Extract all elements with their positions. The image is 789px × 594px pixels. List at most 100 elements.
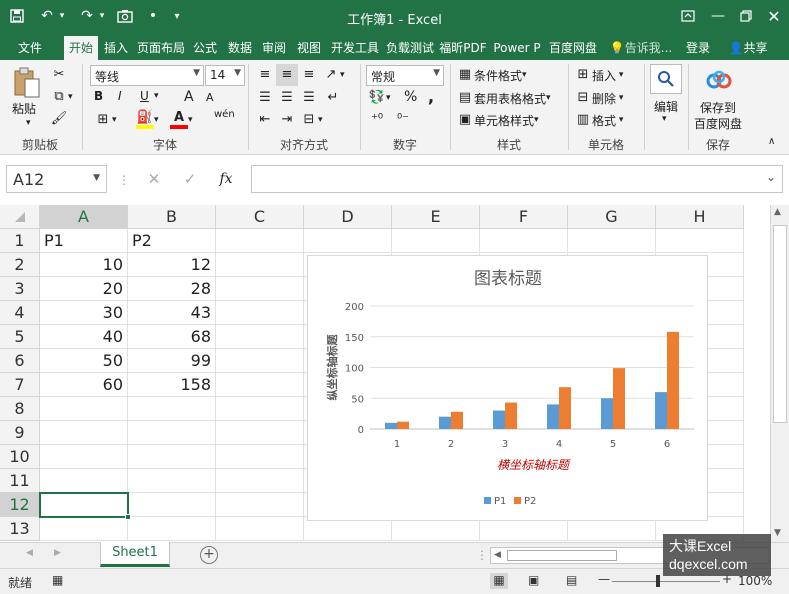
- insert-function-icon[interactable]: fx: [208, 171, 244, 187]
- cell-B4[interactable]: 43: [128, 301, 216, 325]
- chart-x-axis-title[interactable]: 横坐标轴标题: [497, 458, 571, 472]
- cell-F1[interactable]: [480, 229, 568, 253]
- vertical-scrollbar[interactable]: ▲ ▼: [770, 205, 789, 542]
- cell-B9[interactable]: [128, 421, 216, 445]
- cut-icon[interactable]: ✂: [50, 66, 68, 84]
- select-all-corner[interactable]: [0, 205, 40, 229]
- cell-C7[interactable]: [216, 373, 304, 397]
- row-header[interactable]: 11: [0, 469, 40, 493]
- tell-me-box[interactable]: 💡告诉我...: [606, 36, 676, 60]
- row-header[interactable]: 1: [0, 229, 40, 253]
- cell-B7[interactable]: 158: [128, 373, 216, 397]
- page-break-view-icon[interactable]: ▤: [566, 573, 577, 587]
- fill-handle[interactable]: [125, 514, 131, 520]
- shrink-font-button[interactable]: A: [206, 91, 214, 104]
- tab-power-pivot[interactable]: Power P: [490, 36, 544, 60]
- bold-button[interactable]: B: [94, 89, 103, 103]
- zoom-out-icon[interactable]: —: [598, 572, 610, 586]
- column-header[interactable]: D: [304, 205, 392, 229]
- row-header[interactable]: 4: [0, 301, 40, 325]
- chart-legend[interactable]: P1 P2: [484, 496, 536, 507]
- tab-review[interactable]: 审阅: [258, 36, 290, 60]
- format-painter-icon[interactable]: 🖌: [50, 110, 68, 128]
- cell-B3[interactable]: 28: [128, 277, 216, 301]
- paste-icon[interactable]: [10, 66, 44, 100]
- normal-view-icon[interactable]: ▦: [490, 573, 508, 589]
- bar-p1-4[interactable]: [547, 404, 559, 429]
- column-header[interactable]: E: [392, 205, 480, 229]
- cell-C4[interactable]: [216, 301, 304, 325]
- formula-input[interactable]: ⌄: [251, 165, 783, 193]
- increase-decimal-icon[interactable]: ⁺⁰: [368, 111, 386, 129]
- cell-A4[interactable]: 30: [40, 301, 128, 325]
- save-to-baidu-line1[interactable]: 保存到: [700, 99, 736, 116]
- minimize-icon[interactable]: —: [706, 5, 730, 27]
- row-header[interactable]: 13: [0, 517, 40, 541]
- orientation-icon[interactable]: ↗ ▾: [322, 66, 345, 84]
- scroll-up-icon[interactable]: ▲: [774, 207, 781, 217]
- save-to-baidu-line2[interactable]: 百度网盘: [694, 115, 742, 132]
- increase-indent-icon[interactable]: ⇥: [278, 111, 296, 129]
- font-name-select[interactable]: 等线 ▼: [90, 65, 204, 86]
- expand-formula-icon[interactable]: ⌄: [766, 170, 776, 184]
- tab-load-test[interactable]: 负载测试: [384, 36, 436, 60]
- bar-p2-1[interactable]: [397, 421, 409, 429]
- copy-icon[interactable]: ⧉ ▾: [50, 88, 72, 106]
- tab-insert[interactable]: 插入: [100, 36, 132, 60]
- grow-font-button[interactable]: A: [184, 89, 194, 105]
- zoom-slider-thumb[interactable]: [656, 575, 660, 587]
- column-header[interactable]: F: [480, 205, 568, 229]
- cell-D1[interactable]: [304, 229, 392, 253]
- page-layout-view-icon[interactable]: ▣: [528, 573, 539, 587]
- vertical-scroll-thumb[interactable]: [773, 225, 787, 423]
- wrap-text-icon[interactable]: ↵: [324, 89, 342, 107]
- cell-C8[interactable]: [216, 397, 304, 421]
- horizontal-scroll-thumb[interactable]: [507, 550, 617, 561]
- zoom-level[interactable]: 100%: [738, 574, 772, 588]
- bar-p1-5[interactable]: [601, 398, 613, 429]
- tab-developer[interactable]: 开发工具: [328, 36, 382, 60]
- bar-p1-6[interactable]: [655, 392, 667, 429]
- scroll-left-icon[interactable]: ◀: [494, 550, 501, 560]
- column-header[interactable]: A: [40, 205, 128, 229]
- merge-center-icon[interactable]: ⊟ ▾: [300, 111, 323, 129]
- bar-p1-3[interactable]: [493, 410, 505, 429]
- row-header[interactable]: 2: [0, 253, 40, 277]
- row-header[interactable]: 8: [0, 397, 40, 421]
- cell-B2[interactable]: 12: [128, 253, 216, 277]
- cell-G1[interactable]: [568, 229, 656, 253]
- cell-C5[interactable]: [216, 325, 304, 349]
- worksheet-grid[interactable]: P1 P2 10 12 20 28 30 43 40 68 50 99 60 158 图表标题 0 50 10…: [0, 205, 770, 542]
- macro-record-icon[interactable]: ▦: [52, 573, 63, 587]
- ribbon-display-icon[interactable]: [676, 5, 700, 27]
- percent-button[interactable]: %: [404, 89, 417, 105]
- fill-color-icon[interactable]: ⛽ ▾: [136, 111, 159, 129]
- bar-p2-6[interactable]: [667, 331, 679, 429]
- editing-label[interactable]: 编辑: [654, 98, 678, 115]
- currency-icon[interactable]: 💱 ▾: [368, 89, 391, 107]
- bar-p1-2[interactable]: [439, 416, 451, 429]
- cell-A6[interactable]: 50: [40, 349, 128, 373]
- cell-C1[interactable]: [216, 229, 304, 253]
- chart-title[interactable]: 图表标题: [474, 269, 542, 289]
- font-size-select[interactable]: 14 ▼: [205, 65, 245, 86]
- name-box[interactable]: A12 ▼: [6, 165, 107, 193]
- close-icon[interactable]: ✕: [762, 5, 786, 27]
- cell-A1[interactable]: P1: [40, 229, 128, 253]
- cell-E1[interactable]: [392, 229, 480, 253]
- row-header[interactable]: 9: [0, 421, 40, 445]
- cell-B13[interactable]: [128, 517, 216, 541]
- cell-B8[interactable]: [128, 397, 216, 421]
- underline-dropdown-icon[interactable]: ▾: [154, 91, 159, 101]
- underline-button[interactable]: U: [140, 89, 149, 103]
- tab-data[interactable]: 数据: [224, 36, 256, 60]
- cell-A7[interactable]: 60: [40, 373, 128, 397]
- row-header[interactable]: 5: [0, 325, 40, 349]
- conditional-format-button[interactable]: ▦ 条件格式 ▾: [456, 66, 527, 84]
- phonetic-button[interactable]: wén: [214, 109, 235, 120]
- cell-A5[interactable]: 40: [40, 325, 128, 349]
- row-header[interactable]: 3: [0, 277, 40, 301]
- split-handle-icon[interactable]: ⋮: [476, 548, 488, 562]
- cell-C11[interactable]: [216, 469, 304, 493]
- row-header[interactable]: 12: [0, 493, 40, 517]
